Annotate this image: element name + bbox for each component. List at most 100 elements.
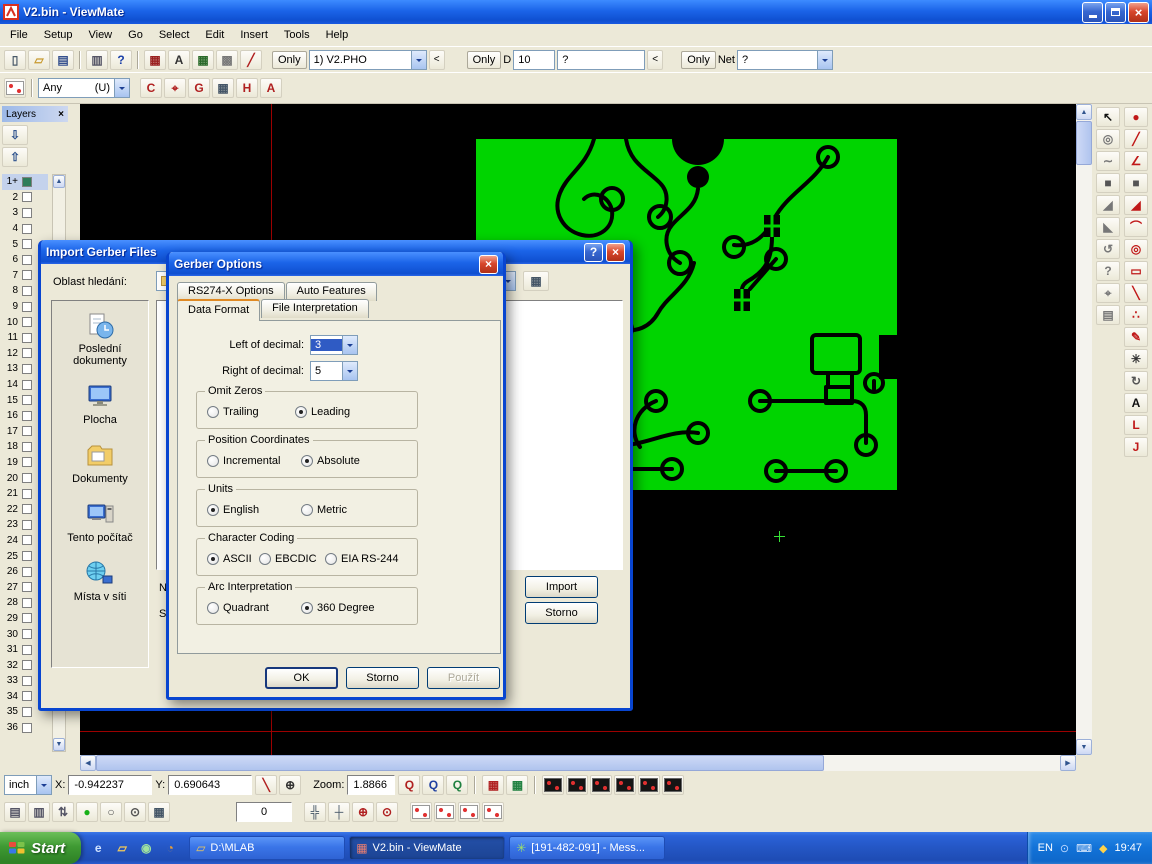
layer-visibility-checkbox[interactable] xyxy=(22,255,32,265)
radio-metric[interactable]: Metric xyxy=(301,504,347,516)
text-tool-icon[interactable]: A xyxy=(1124,393,1148,413)
net-grid-icon[interactable]: ▦ xyxy=(506,775,528,795)
layer-row[interactable]: 4 xyxy=(2,221,48,237)
layer-visibility-checkbox[interactable] xyxy=(22,707,32,717)
dot-grid-icon[interactable]: ╬ xyxy=(304,802,326,822)
layer-visibility-checkbox[interactable] xyxy=(22,504,32,514)
l-outline-tool-icon[interactable]: L xyxy=(1124,415,1148,435)
layer-select-combo[interactable]: 1) V2.PHO xyxy=(309,50,427,70)
tab-data-format[interactable]: Data Format xyxy=(177,299,260,321)
pad-select-tool-icon[interactable]: ◎ xyxy=(1096,129,1120,149)
place-recent-documents[interactable]: Poslední dokumenty xyxy=(55,311,145,367)
layer-visibility-checkbox[interactable] xyxy=(22,613,32,623)
layer-visibility-checkbox[interactable] xyxy=(22,426,32,436)
layer-visibility-checkbox[interactable] xyxy=(22,598,32,608)
hscroll-thumb[interactable] xyxy=(96,755,824,771)
menu-item[interactable]: Edit xyxy=(197,26,232,44)
save-icon[interactable]: ▤ xyxy=(52,50,74,70)
restore-button[interactable] xyxy=(1105,2,1126,23)
chevron-down-icon[interactable] xyxy=(342,362,357,380)
place-computer[interactable]: Tento počítač xyxy=(55,500,145,544)
print-icon[interactable]: ▥ xyxy=(86,50,108,70)
left-decimal-combo[interactable]: 3 xyxy=(310,335,358,355)
highlight-icon[interactable]: ▩ xyxy=(216,50,238,70)
place-desktop[interactable]: Plocha xyxy=(55,382,145,426)
grid-button[interactable]: ▦ xyxy=(212,78,234,98)
zoom-in-icon[interactable]: Q xyxy=(398,775,420,795)
menu-item[interactable]: View xyxy=(80,26,120,44)
layer-visibility-checkbox[interactable] xyxy=(22,395,32,405)
layer-visibility-checkbox[interactable] xyxy=(22,473,32,483)
language-indicator[interactable]: EN xyxy=(1038,842,1053,854)
layer-visibility-checkbox[interactable] xyxy=(22,520,32,530)
place-documents[interactable]: Dokumenty xyxy=(55,441,145,485)
tab-file-interpretation[interactable]: File Interpretation xyxy=(261,299,369,318)
prev-dcode-button[interactable]: < xyxy=(647,50,663,70)
layer-visibility-checkbox[interactable] xyxy=(22,239,32,249)
radio-absolute[interactable]: Absolute xyxy=(301,455,360,467)
layer-move-down-button[interactable]: ⇩ xyxy=(2,125,28,145)
radio-english[interactable]: English xyxy=(207,504,259,516)
layer-visibility-checkbox[interactable] xyxy=(22,208,32,218)
aperture-filter-combo[interactable]: Any (U) xyxy=(38,78,130,98)
dots-tool-icon[interactable]: ∴ xyxy=(1124,305,1148,325)
chevron-down-icon[interactable] xyxy=(36,776,51,794)
menu-item[interactable]: Tools xyxy=(276,26,318,44)
layer-visibility-checkbox[interactable] xyxy=(22,224,32,234)
wedge-tool-icon[interactable]: ◢ xyxy=(1124,195,1148,215)
layer-visibility-checkbox[interactable] xyxy=(22,645,32,655)
pad-film-icon[interactable] xyxy=(434,802,456,822)
cancel-button[interactable]: Storno xyxy=(346,667,419,689)
settings-tool-icon[interactable]: ✳ xyxy=(1124,349,1148,369)
only-layer-toggle[interactable]: Only xyxy=(272,51,307,69)
rotate-cw-tool-icon[interactable]: ↻ xyxy=(1124,371,1148,391)
flash-pad-tool-icon[interactable]: ● xyxy=(1124,107,1148,127)
circle-tool-icon[interactable]: ◎ xyxy=(1124,239,1148,259)
task-button-messenger[interactable]: ✳ [191-482-091] - Mess... xyxy=(509,836,665,860)
film-icon[interactable] xyxy=(614,775,636,795)
radio-leading[interactable]: Leading xyxy=(295,406,350,418)
sketch-tool-icon[interactable]: ✎ xyxy=(1124,327,1148,347)
canvas-vscrollbar[interactable]: ▲ ▼ xyxy=(1076,104,1092,755)
trace-select-tool-icon[interactable]: ∼ xyxy=(1096,151,1120,171)
import-cancel-button[interactable]: Storno xyxy=(525,602,598,624)
start-button[interactable]: Start xyxy=(0,832,81,864)
chevron-down-icon[interactable] xyxy=(114,79,129,97)
menu-item[interactable]: Setup xyxy=(36,26,81,44)
place-network[interactable]: Místa v síti xyxy=(55,559,145,603)
views-icon[interactable]: ▦ xyxy=(523,271,549,291)
layer-visibility-checkbox[interactable] xyxy=(22,380,32,390)
polyline-tool-icon[interactable]: ∠ xyxy=(1124,151,1148,171)
layer-row[interactable]: 36 xyxy=(2,720,48,736)
film-icon[interactable] xyxy=(542,775,564,795)
firefox-icon[interactable]: ◔ xyxy=(161,839,179,857)
chevron-down-icon[interactable] xyxy=(817,51,832,69)
snap-grid-icon[interactable]: ┼ xyxy=(328,802,350,822)
net-filter-combo[interactable]: ? xyxy=(737,50,833,70)
layer-visibility-checkbox[interactable] xyxy=(22,457,32,467)
dcode-filter-input[interactable]: ? xyxy=(557,50,645,70)
prev-layer-button[interactable]: < xyxy=(429,50,445,70)
layer-visibility-checkbox[interactable] xyxy=(22,411,32,421)
layer-visibility-checkbox[interactable] xyxy=(22,442,32,452)
layer-visibility-checkbox[interactable] xyxy=(22,660,32,670)
rect-outline-tool-icon[interactable]: ▭ xyxy=(1124,261,1148,281)
layer-visibility-checkbox[interactable] xyxy=(22,691,32,701)
scroll-up-icon[interactable]: ▲ xyxy=(1076,104,1092,120)
radio-trailing[interactable]: Trailing xyxy=(207,406,259,418)
layer-visibility-checkbox[interactable] xyxy=(22,551,32,561)
vscroll-thumb[interactable] xyxy=(1076,121,1092,165)
center-icon[interactable]: ⊙ xyxy=(376,802,398,822)
layer-visibility-checkbox[interactable] xyxy=(22,302,32,312)
close-button[interactable]: × xyxy=(1128,2,1149,23)
layer-visibility-checkbox[interactable] xyxy=(22,567,32,577)
probe-icon[interactable]: ⊙ xyxy=(124,802,146,822)
help-button[interactable]: ? xyxy=(584,243,603,262)
pointer-tool-icon[interactable]: ↖ xyxy=(1096,107,1120,127)
aperture-list-icon[interactable]: A xyxy=(168,50,190,70)
pad-film-icon[interactable] xyxy=(458,802,480,822)
layers-panel-header[interactable]: Layers × xyxy=(2,106,68,122)
layer-visibility-checkbox[interactable] xyxy=(22,489,32,499)
scroll-down-icon[interactable]: ▼ xyxy=(1076,739,1092,755)
import-close-button[interactable]: × xyxy=(606,243,625,262)
